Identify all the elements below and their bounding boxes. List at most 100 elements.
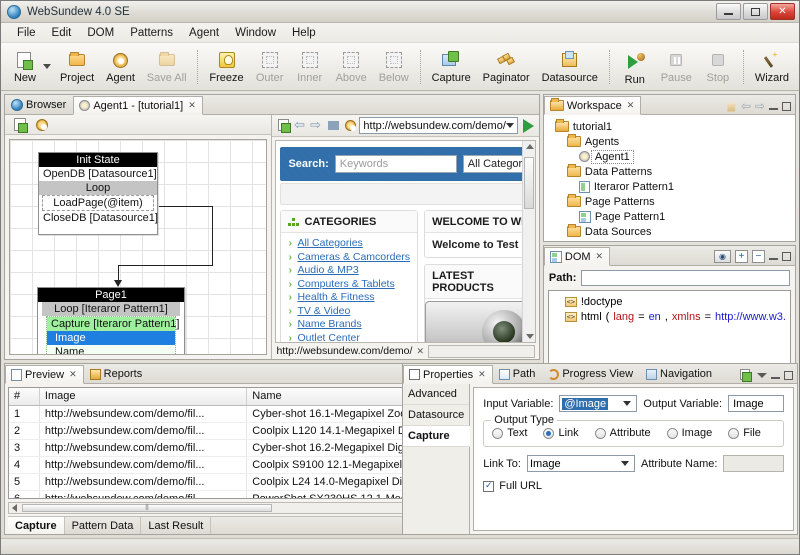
maximize-button[interactable] xyxy=(743,3,768,20)
forward-icon[interactable]: ⇨ xyxy=(310,119,321,132)
menu-item-agent[interactable]: Agent xyxy=(181,25,227,41)
dom-node-html[interactable]: <> html (lang=en, xmlns=http://www.w3. xyxy=(553,309,786,324)
category-link[interactable]: Computers & Tablets xyxy=(288,278,410,292)
diagram-node-init-state[interactable]: Init State OpenDB [Datasource1] Loop Loa… xyxy=(38,152,158,235)
tab-progress-view[interactable]: Progress View xyxy=(542,364,640,383)
toolbar-new-button[interactable]: New xyxy=(5,45,45,89)
new-view-icon[interactable] xyxy=(740,369,753,381)
toolbar-stop-button[interactable]: Stop xyxy=(698,45,738,89)
toolbar-outer-button[interactable]: Outer xyxy=(250,45,290,89)
tab-path[interactable]: Path xyxy=(493,364,543,383)
product-image[interactable]: SONY xyxy=(425,301,531,343)
category-link[interactable]: Name Brands xyxy=(288,318,410,332)
tab-preview[interactable]: Preview ✕ xyxy=(5,365,84,384)
category-link[interactable]: Health & Fitness xyxy=(288,291,410,305)
subtab-last-result[interactable]: Last Result xyxy=(141,517,211,534)
toolbar-project-button[interactable]: Project xyxy=(54,45,100,89)
tab-properties[interactable]: Properties ✕ xyxy=(403,365,493,384)
agent-flow-canvas[interactable]: Init State OpenDB [Datasource1] Loop Loa… xyxy=(9,139,267,355)
tab-dom[interactable]: DOM ✕ xyxy=(544,247,610,266)
home-icon[interactable] xyxy=(726,102,737,112)
expand-all-icon[interactable]: + xyxy=(735,250,748,263)
toolbar-paginator-button[interactable]: Paginator xyxy=(477,45,536,89)
dom-path-input[interactable] xyxy=(581,270,790,286)
menu-item-file[interactable]: File xyxy=(9,25,44,41)
menu-item-dom[interactable]: DOM xyxy=(79,25,122,41)
subtab-pattern-data[interactable]: Pattern Data xyxy=(65,517,142,534)
new-dropdown-arrow-icon[interactable] xyxy=(43,64,51,69)
tree-item-datasource1[interactable]: Datasource1 xyxy=(547,239,792,241)
tree-item-agents[interactable]: Agents xyxy=(547,134,792,149)
side-tab-datasource[interactable]: Datasource xyxy=(403,405,469,426)
column-header-index[interactable]: # xyxy=(9,388,39,405)
minimize-view-icon[interactable] xyxy=(769,253,778,260)
scroll-thumb[interactable] xyxy=(524,157,534,209)
toolbar-inner-button[interactable]: Inner xyxy=(290,45,330,89)
radio-text[interactable]: Text xyxy=(492,427,527,439)
node-row[interactable]: Loop xyxy=(39,181,157,195)
category-link[interactable]: Outlet Center xyxy=(288,332,410,344)
tab-close-icon[interactable]: ✕ xyxy=(596,252,604,262)
dom-node-doctype[interactable]: <> !doctype xyxy=(553,294,786,309)
collapse-all-icon[interactable]: − xyxy=(752,250,765,263)
tree-item-page-patterns[interactable]: Page Patterns xyxy=(547,194,792,209)
minimize-view-icon[interactable] xyxy=(771,372,780,379)
new-window-icon[interactable] xyxy=(277,118,289,133)
scroll-down-icon[interactable] xyxy=(526,334,534,339)
node-row[interactable]: Name xyxy=(47,345,175,355)
diagram-node-page1[interactable]: Page1 Loop [Iteraror Pattern1] Capture [… xyxy=(37,287,185,355)
highlight-icon[interactable]: ◉ xyxy=(714,250,731,263)
maximize-view-icon[interactable] xyxy=(784,371,793,380)
status-close-icon[interactable]: ✕ xyxy=(416,346,424,357)
subtab-capture[interactable]: Capture xyxy=(8,517,65,534)
attribute-name-input[interactable] xyxy=(723,455,784,472)
toolbar-datasource-button[interactable]: Datasource xyxy=(536,45,604,89)
column-header-image[interactable]: Image xyxy=(39,388,246,405)
maximize-view-icon[interactable] xyxy=(782,102,791,111)
menu-item-window[interactable]: Window xyxy=(227,25,284,41)
tab-browser[interactable]: Browser xyxy=(5,95,73,114)
node-row[interactable]: LoadPage(@item) xyxy=(42,195,154,211)
node-row[interactable]: CloseDB [Datasource1] xyxy=(39,211,157,234)
tab-close-icon[interactable]: ✕ xyxy=(69,370,77,380)
menu-item-patterns[interactable]: Patterns xyxy=(122,25,181,41)
toolbar-run-button[interactable]: Run xyxy=(615,45,655,89)
workspace-tree[interactable]: tutorial1 Agents Agent1 Data Patter xyxy=(544,115,795,241)
tree-item-tutorial1[interactable]: tutorial1 xyxy=(547,119,792,134)
back-icon[interactable]: ⇦ xyxy=(294,119,305,132)
side-tab-capture[interactable]: Capture xyxy=(403,426,470,447)
search-input[interactable]: Keywords xyxy=(335,155,457,173)
node-row[interactable]: OpenDB [Datasource1] xyxy=(39,167,157,181)
tree-item-data-patterns[interactable]: Data Patterns xyxy=(547,164,792,179)
radio-link[interactable]: Link xyxy=(543,427,578,439)
tab-close-icon[interactable]: ✕ xyxy=(188,101,196,111)
toolbar-capture-button[interactable]: Capture xyxy=(426,45,477,89)
back-icon[interactable]: ⇦ xyxy=(741,101,751,112)
view-menu-icon[interactable] xyxy=(757,373,767,378)
tab-agent1[interactable]: Agent1 - [tutorial1] ✕ xyxy=(73,96,202,115)
tree-item-data-sources[interactable]: Data Sources xyxy=(547,224,792,239)
new-document-icon[interactable] xyxy=(13,117,29,133)
category-link[interactable]: Audio & MP3 xyxy=(288,264,410,278)
forward-icon[interactable]: ⇨ xyxy=(755,101,765,112)
browser-url-input[interactable]: http://websundew.com/demo/ xyxy=(359,117,517,134)
page-vertical-scrollbar[interactable] xyxy=(522,141,535,342)
node-row[interactable]: Capture [Iteraror Pattern1] xyxy=(47,317,175,331)
chevron-down-icon[interactable] xyxy=(506,123,514,128)
link-to-combo[interactable]: Image xyxy=(527,455,635,472)
tab-workspace[interactable]: Workspace ✕ xyxy=(544,96,641,115)
tab-close-icon[interactable]: ✕ xyxy=(627,101,635,111)
agent-gear-icon[interactable] xyxy=(35,117,51,133)
toolbar-below-button[interactable]: Below xyxy=(373,45,415,89)
menu-item-edit[interactable]: Edit xyxy=(44,25,80,41)
full-url-checkbox[interactable]: ✓ Full URL xyxy=(483,480,784,492)
tree-item-page-pattern1[interactable]: Page Pattern1 xyxy=(547,209,792,224)
category-link[interactable]: All Categories xyxy=(288,237,410,251)
rendered-web-page[interactable]: Search: Keywords All Categories Go xyxy=(275,140,535,343)
radio-image[interactable]: Image xyxy=(667,427,713,439)
browser-go-button[interactable] xyxy=(523,119,534,133)
side-tab-advanced[interactable]: Advanced xyxy=(403,384,469,405)
toolbar-agent-button[interactable]: Agent xyxy=(100,45,141,89)
minimize-view-icon[interactable] xyxy=(769,103,778,110)
tab-close-icon[interactable]: ✕ xyxy=(478,370,486,380)
